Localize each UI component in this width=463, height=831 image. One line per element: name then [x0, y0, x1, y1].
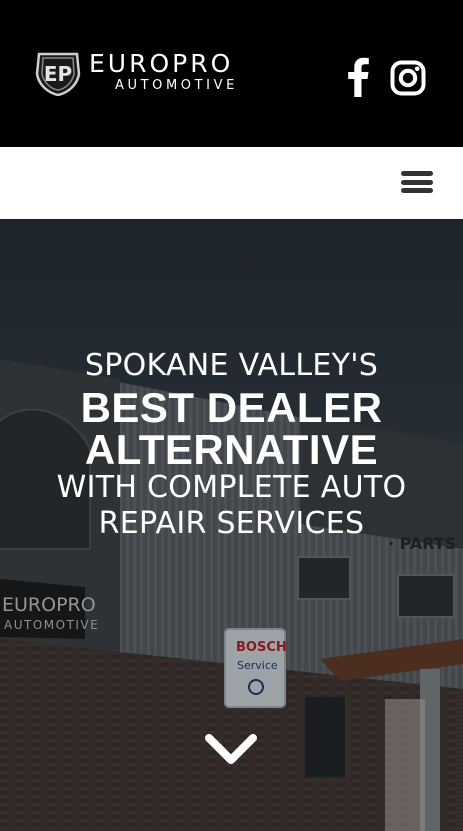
hamburger-menu-icon[interactable]: [401, 171, 433, 193]
logo-subtitle: AUTOMOTIVE: [115, 78, 238, 93]
facebook-link[interactable]: [343, 57, 371, 97]
instagram-icon: [390, 60, 426, 96]
menu-bar-top: [401, 171, 433, 176]
hero-line-1: SPOKANE VALLEY'S: [84, 348, 379, 383]
site-logo[interactable]: EP EUROPRO AUTOMOTIVE: [33, 50, 301, 96]
nav-bar: [0, 147, 463, 219]
hero-line-4: WITH COMPLETE AUTO: [56, 470, 407, 505]
hero-heading: SPOKANE VALLEY'S BEST DEALER ALTERNATIVE…: [0, 348, 463, 542]
hero-line-5: REPAIR SERVICES: [98, 506, 365, 541]
logo-wordmark: EUROPRO: [89, 49, 234, 78]
facebook-icon: [348, 57, 369, 97]
logo-badge-icon: EP: [35, 52, 81, 96]
hero-line-3: ALTERNATIVE: [84, 426, 379, 473]
menu-bar-bottom: [401, 188, 433, 193]
menu-bar-middle: [401, 179, 433, 185]
top-header: EP EUROPRO AUTOMOTIVE: [0, 0, 463, 147]
hero-line-2: BEST DEALER: [80, 384, 383, 431]
svg-text:EP: EP: [44, 62, 72, 86]
instagram-link[interactable]: [390, 60, 426, 96]
scroll-down-button[interactable]: [203, 731, 259, 767]
chevron-down-icon: [205, 734, 257, 764]
